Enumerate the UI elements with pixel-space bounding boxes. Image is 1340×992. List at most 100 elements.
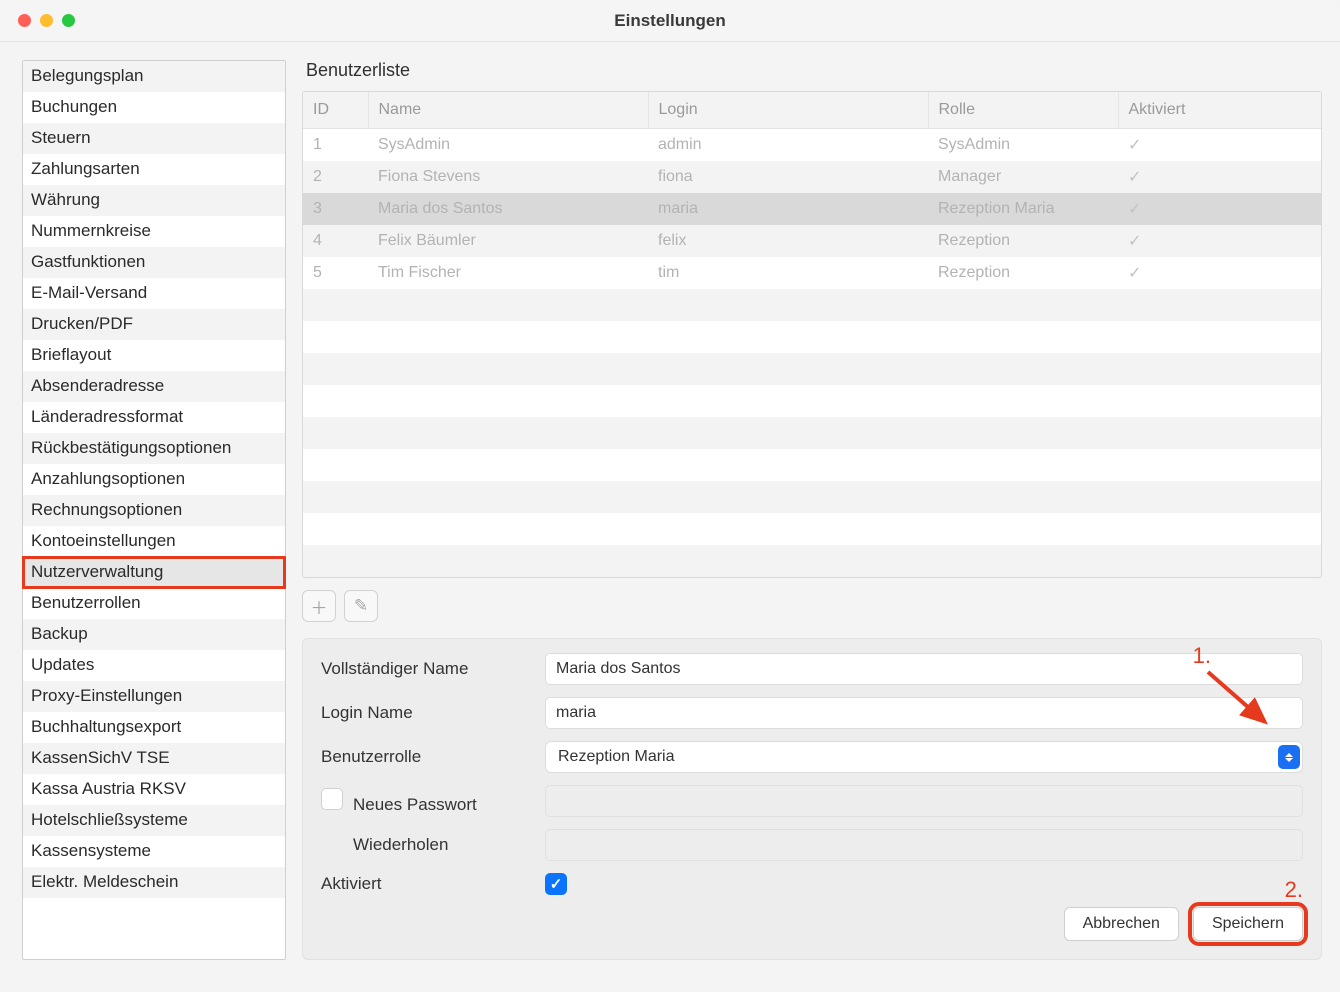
cell-active: ✓ <box>1118 257 1321 289</box>
table-row-empty <box>303 417 1321 449</box>
chevron-up-down-icon <box>1278 745 1300 769</box>
user-form: Vollständiger Name Login Name Benutzerro… <box>302 638 1322 960</box>
sidebar-item-nutzerverwaltung[interactable]: Nutzerverwaltung <box>23 557 285 588</box>
cell-role: Rezeption <box>928 257 1118 289</box>
label-login: Login Name <box>321 703 531 723</box>
col-name[interactable]: Name <box>368 92 648 129</box>
sidebar-item-nummernkreise[interactable]: Nummernkreise <box>23 216 285 247</box>
cell-id: 5 <box>303 257 368 289</box>
table-row[interactable]: 5Tim FischertimRezeption✓ <box>303 257 1321 289</box>
sidebar-item-buchhaltungsexport[interactable]: Buchhaltungsexport <box>23 712 285 743</box>
cell-id: 2 <box>303 161 368 193</box>
window-title: Einstellungen <box>0 11 1340 31</box>
input-login[interactable] <box>545 697 1303 729</box>
cell-active: ✓ <box>1118 129 1321 162</box>
sidebar-item-backup[interactable]: Backup <box>23 619 285 650</box>
sidebar-item-kassa-austria-rksv[interactable]: Kassa Austria RKSV <box>23 774 285 805</box>
input-fullname[interactable] <box>545 653 1303 685</box>
cell-role: SysAdmin <box>928 129 1118 162</box>
user-table: ID Name Login Rolle Aktiviert 1SysAdmina… <box>303 92 1321 577</box>
sidebar-item-kassensysteme[interactable]: Kassensysteme <box>23 836 285 867</box>
sidebar-item-brieflayout[interactable]: Brieflayout <box>23 340 285 371</box>
cell-name: Tim Fischer <box>368 257 648 289</box>
user-table-wrap: ID Name Login Rolle Aktiviert 1SysAdmina… <box>302 91 1322 578</box>
checkbox-newpass[interactable] <box>321 788 343 810</box>
col-login[interactable]: Login <box>648 92 928 129</box>
add-user-button[interactable]: ＋ <box>302 590 336 622</box>
settings-sidebar: BelegungsplanBuchungenSteuernZahlungsart… <box>22 60 286 960</box>
plus-icon: ＋ <box>311 594 328 619</box>
cell-name: Maria dos Santos <box>368 193 648 225</box>
sidebar-item-r-ckbest-tigungsoptionen[interactable]: Rückbestätigungsoptionen <box>23 433 285 464</box>
sidebar-item-buchungen[interactable]: Buchungen <box>23 92 285 123</box>
section-title-userlist: Benutzerliste <box>302 60 1322 81</box>
col-active[interactable]: Aktiviert <box>1118 92 1321 129</box>
label-newpass: Neues Passwort <box>321 788 531 815</box>
table-row-empty <box>303 481 1321 513</box>
label-fullname: Vollständiger Name <box>321 659 531 679</box>
cell-name: Felix Bäumler <box>368 225 648 257</box>
cell-login: tim <box>648 257 928 289</box>
main-pane: Benutzerliste ID Name Login Rolle Aktivi… <box>302 60 1322 960</box>
table-row-empty <box>303 385 1321 417</box>
table-row-empty <box>303 289 1321 321</box>
col-role[interactable]: Rolle <box>928 92 1118 129</box>
label-repeat: Wiederholen <box>321 835 531 855</box>
cell-name: Fiona Stevens <box>368 161 648 193</box>
cell-role: Rezeption Maria <box>928 193 1118 225</box>
cell-id: 3 <box>303 193 368 225</box>
table-row-empty <box>303 321 1321 353</box>
sidebar-item-kassensichv-tse[interactable]: KassenSichV TSE <box>23 743 285 774</box>
sidebar-item-proxy-einstellungen[interactable]: Proxy-Einstellungen <box>23 681 285 712</box>
table-row-empty <box>303 449 1321 481</box>
sidebar-item-absenderadresse[interactable]: Absenderadresse <box>23 371 285 402</box>
table-row-empty <box>303 353 1321 385</box>
table-row-empty <box>303 545 1321 577</box>
sidebar-item-e-mail-versand[interactable]: E-Mail-Versand <box>23 278 285 309</box>
sidebar-item-zahlungsarten[interactable]: Zahlungsarten <box>23 154 285 185</box>
sidebar-item-anzahlungsoptionen[interactable]: Anzahlungsoptionen <box>23 464 285 495</box>
cell-role: Rezeption <box>928 225 1118 257</box>
sidebar-item-steuern[interactable]: Steuern <box>23 123 285 154</box>
titlebar: Einstellungen <box>0 0 1340 42</box>
sidebar-item-drucken-pdf[interactable]: Drucken/PDF <box>23 309 285 340</box>
input-repeat[interactable] <box>545 829 1303 861</box>
table-row[interactable]: 1SysAdminadminSysAdmin✓ <box>303 129 1321 162</box>
cell-active: ✓ <box>1118 161 1321 193</box>
cell-login: fiona <box>648 161 928 193</box>
table-row-empty <box>303 513 1321 545</box>
sidebar-item-benutzerrollen[interactable]: Benutzerrollen <box>23 588 285 619</box>
sidebar-item-hotelschlie-systeme[interactable]: Hotelschließsysteme <box>23 805 285 836</box>
cell-active: ✓ <box>1118 225 1321 257</box>
sidebar-item-l-nderadressformat[interactable]: Länderadressformat <box>23 402 285 433</box>
sidebar-item-belegungsplan[interactable]: Belegungsplan <box>23 61 285 92</box>
sidebar-item-kontoeinstellungen[interactable]: Kontoeinstellungen <box>23 526 285 557</box>
cell-login: admin <box>648 129 928 162</box>
cell-login: felix <box>648 225 928 257</box>
sidebar-item-elektr-meldeschein[interactable]: Elektr. Meldeschein <box>23 867 285 898</box>
save-button[interactable]: Speichern <box>1193 907 1303 941</box>
sidebar-item-gastfunktionen[interactable]: Gastfunktionen <box>23 247 285 278</box>
table-row[interactable]: 3Maria dos SantosmariaRezeption Maria✓ <box>303 193 1321 225</box>
cell-name: SysAdmin <box>368 129 648 162</box>
cell-id: 1 <box>303 129 368 162</box>
select-role[interactable]: Rezeption Maria <box>545 741 1303 773</box>
sidebar-item-w-hrung[interactable]: Währung <box>23 185 285 216</box>
sidebar-item-rechnungsoptionen[interactable]: Rechnungsoptionen <box>23 495 285 526</box>
input-newpass[interactable] <box>545 785 1303 817</box>
cell-role: Manager <box>928 161 1118 193</box>
col-id[interactable]: ID <box>303 92 368 129</box>
cancel-button[interactable]: Abbrechen <box>1064 907 1179 941</box>
select-role-value: Rezeption Maria <box>545 741 1303 773</box>
label-role: Benutzerrolle <box>321 747 531 767</box>
pencil-icon: ✎ <box>354 596 368 616</box>
cell-login: maria <box>648 193 928 225</box>
label-active: Aktiviert <box>321 874 531 894</box>
cell-active: ✓ <box>1118 193 1321 225</box>
label-newpass-text: Neues Passwort <box>353 795 477 814</box>
table-row[interactable]: 4Felix BäumlerfelixRezeption✓ <box>303 225 1321 257</box>
edit-user-button[interactable]: ✎ <box>344 590 378 622</box>
table-row[interactable]: 2Fiona StevensfionaManager✓ <box>303 161 1321 193</box>
sidebar-item-updates[interactable]: Updates <box>23 650 285 681</box>
checkbox-active[interactable] <box>545 873 567 895</box>
